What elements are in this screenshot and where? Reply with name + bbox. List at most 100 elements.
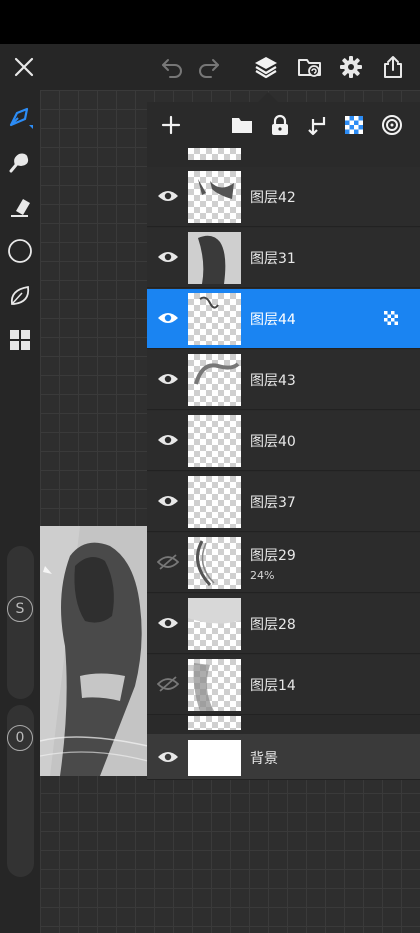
layer-list[interactable]: 图层42 图层31 图层44 图层43 图层40 图层37 图层29 24% 图… bbox=[147, 148, 420, 780]
layer-name: 背景 bbox=[250, 751, 278, 767]
visibility-toggle[interactable] bbox=[153, 425, 183, 455]
layer-thumbnail bbox=[188, 293, 241, 345]
artwork-image bbox=[40, 526, 148, 776]
layers-panel: 图层42 图层31 图层44 图层43 图层40 图层37 图层29 24% 图… bbox=[147, 102, 420, 780]
layer-row[interactable]: 图层31 bbox=[147, 228, 420, 288]
visibility-toggle[interactable] bbox=[153, 742, 183, 772]
grid-icon bbox=[10, 330, 30, 350]
merge-down-icon bbox=[308, 117, 326, 136]
layer-row[interactable]: 图层40 bbox=[147, 411, 420, 471]
add-layer-button[interactable] bbox=[154, 108, 188, 142]
reference-icon bbox=[382, 115, 402, 135]
redo-button[interactable] bbox=[189, 44, 229, 90]
layer-row[interactable]: 图层43 bbox=[147, 350, 420, 410]
smudge-icon bbox=[9, 153, 29, 173]
close-icon bbox=[14, 57, 34, 77]
group-layer-button[interactable] bbox=[225, 108, 259, 142]
export-share-icon bbox=[384, 56, 402, 78]
layer-row[interactable]: 图层37 bbox=[147, 472, 420, 532]
tool-sidebar: S 0 bbox=[0, 90, 40, 933]
eraser-tool-button[interactable] bbox=[0, 187, 40, 227]
brush-tool-button[interactable] bbox=[0, 98, 40, 138]
layer-row[interactable]: 图层14 bbox=[147, 655, 420, 715]
layer-name: 图层40 bbox=[250, 434, 296, 450]
visibility-toggle[interactable] bbox=[153, 486, 183, 516]
layer-thumbnail bbox=[188, 716, 241, 730]
layer-opacity: 24% bbox=[250, 569, 275, 582]
layer-name: 图层42 bbox=[250, 190, 296, 206]
eraser-icon bbox=[11, 199, 30, 217]
eye-icon bbox=[158, 496, 178, 506]
visibility-toggle[interactable] bbox=[153, 608, 183, 638]
opacity-slider-knob[interactable]: 0 bbox=[7, 725, 33, 751]
brush-opacity-slider[interactable]: 0 bbox=[7, 705, 34, 877]
layer-thumbnail bbox=[188, 740, 241, 776]
group-folder-icon bbox=[232, 118, 252, 133]
visibility-toggle[interactable] bbox=[153, 242, 183, 272]
gallery-folder-icon bbox=[298, 59, 321, 77]
smudge-tool-button[interactable] bbox=[0, 142, 40, 182]
layer-thumbnail bbox=[188, 537, 241, 589]
redo-icon bbox=[199, 59, 219, 78]
visibility-toggle[interactable] bbox=[153, 547, 183, 577]
background-layer-row[interactable]: 背景 bbox=[147, 734, 420, 780]
eye-icon bbox=[158, 435, 178, 445]
layer-name: 图层31 bbox=[250, 251, 296, 267]
eye-hidden-icon bbox=[157, 554, 179, 570]
top-toolbar bbox=[0, 44, 420, 90]
leaf-tool-button[interactable] bbox=[0, 276, 40, 316]
layer-row-selected[interactable]: 图层44 bbox=[147, 289, 420, 349]
visibility-toggle[interactable] bbox=[153, 303, 183, 333]
gallery-button[interactable] bbox=[290, 44, 330, 90]
merge-down-button[interactable] bbox=[300, 108, 334, 142]
layers-icon bbox=[255, 57, 277, 79]
layer-tool-button[interactable] bbox=[0, 231, 40, 271]
status-bar bbox=[0, 0, 420, 44]
layer-row[interactable]: 图层42 bbox=[147, 167, 420, 227]
layer-name: 图层37 bbox=[250, 495, 296, 511]
eye-icon bbox=[158, 752, 178, 762]
visibility-toggle[interactable] bbox=[153, 669, 183, 699]
layer-thumbnail bbox=[188, 354, 241, 406]
brush-size-slider[interactable]: S bbox=[7, 546, 34, 699]
lock-layer-button[interactable] bbox=[263, 108, 297, 142]
settings-button[interactable] bbox=[331, 44, 371, 90]
layer-name: 图层44 bbox=[250, 312, 296, 328]
alpha-lock-button[interactable] bbox=[337, 108, 371, 142]
color-circle-icon bbox=[8, 239, 32, 263]
close-button[interactable] bbox=[4, 44, 44, 90]
layer-row[interactable]: 图层28 bbox=[147, 594, 420, 654]
visibility-toggle[interactable] bbox=[153, 181, 183, 211]
layer-thumbnail bbox=[188, 476, 241, 528]
layer-row[interactable]: 图层29 24% bbox=[147, 533, 420, 593]
undo-icon bbox=[162, 59, 182, 78]
eye-hidden-icon bbox=[157, 676, 179, 692]
grid-tool-button[interactable] bbox=[0, 320, 40, 360]
leaf-icon bbox=[10, 285, 30, 305]
lock-icon bbox=[272, 114, 288, 135]
panel-pointer bbox=[258, 92, 278, 102]
alpha-lock-icon bbox=[345, 116, 363, 134]
export-button[interactable] bbox=[373, 44, 413, 90]
layer-thumbnail bbox=[188, 232, 241, 284]
eye-icon bbox=[158, 374, 178, 384]
brush-icon bbox=[9, 107, 33, 129]
layer-thumbnail bbox=[188, 598, 241, 650]
layer-thumbnail bbox=[188, 148, 241, 160]
layers-button[interactable] bbox=[246, 44, 286, 90]
layer-thumbnail bbox=[188, 659, 241, 711]
size-slider-knob[interactable]: S bbox=[7, 596, 33, 622]
artwork-preview bbox=[40, 526, 148, 776]
undo-button[interactable] bbox=[152, 44, 192, 90]
layers-toolbar bbox=[147, 102, 420, 148]
reference-button[interactable] bbox=[375, 108, 409, 142]
eye-icon bbox=[158, 252, 178, 262]
eye-icon bbox=[158, 313, 178, 323]
eye-icon bbox=[158, 191, 178, 201]
layer-name: 图层28 bbox=[250, 617, 296, 633]
layer-name: 图层14 bbox=[250, 678, 296, 694]
visibility-toggle[interactable] bbox=[153, 364, 183, 394]
layer-name: 图层43 bbox=[250, 373, 296, 389]
alpha-lock-indicator-icon bbox=[384, 311, 398, 325]
layer-thumbnail bbox=[188, 415, 241, 467]
